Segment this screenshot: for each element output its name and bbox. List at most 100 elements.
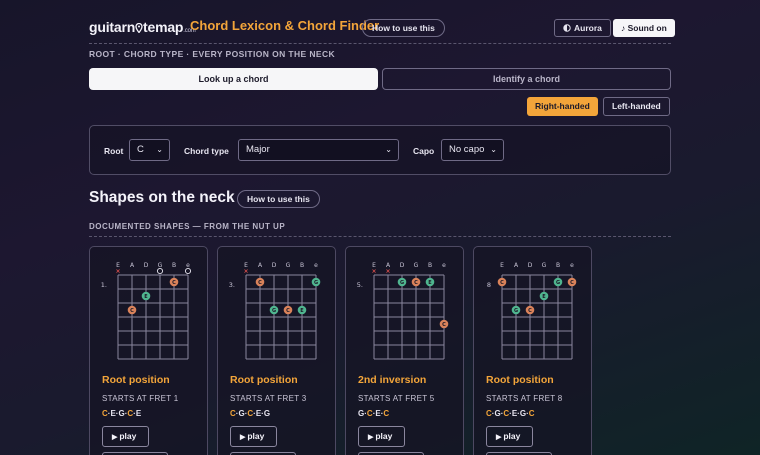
string-label: E [500,262,504,269]
shapes-heading: Shapes on the neck [89,189,235,206]
capo-label: Capo [413,146,435,156]
string-label: B [428,262,432,269]
string-label: D [272,262,277,269]
root-label: Root [104,146,124,156]
page-title: Chord Lexicon & Chord Finder [190,18,380,33]
chord-card: E A D G Be 8 C G C E G C Root position STARTS AT FRET… [473,246,592,455]
chord-type-label: Chord type [184,146,229,156]
finger-note-label: C [528,308,532,314]
open-string-icon [184,267,192,275]
muted-string-icon: × [371,268,376,275]
finger-note-label: G [314,280,318,286]
fret-number: 5. [357,281,363,289]
chord-diagram: E A D G Be3.×CG C EG [229,262,321,360]
theme-toggle-button[interactable]: Aurora [554,19,611,37]
string-label: A [514,262,519,269]
play-label: play [375,431,393,441]
play-button[interactable]: ▶ play [486,426,533,447]
chord-notes: C·E·G·C·E [102,409,141,418]
tab-identify-chord[interactable]: Identify a chord [382,68,671,90]
string-label: e [186,262,190,269]
shape-name: Root position [230,374,298,386]
left-handed-button[interactable]: Left-handed [603,97,670,116]
chord-diagram: E A D G Be1.×CEC [101,262,192,360]
start-fret-text: STARTS AT FRET 3 [230,394,307,403]
start-fret-text: STARTS AT FRET 1 [102,394,179,403]
chord-note: C [528,409,535,418]
string-label: D [528,262,533,269]
chord-diagram: E A D G Be5.× ×G C EC [357,262,449,360]
page-subtitle: ROOT · CHORD TYPE · EVERY POSITION ON TH… [89,49,336,59]
finger-note-label: C [414,280,418,286]
string-label: B [300,262,304,269]
finger-note-label: E [300,308,304,314]
site-logo[interactable]: guitarn temap.com [89,19,196,35]
chord-notes: C·G·C·E·G·C [486,409,535,418]
right-handed-button[interactable]: Right-handed [527,97,598,116]
finger-note-label: C [442,322,446,328]
finger-note-label: G [514,308,518,314]
shapes-how-to-use-button[interactable]: How to use this [237,190,320,208]
string-label: G [542,262,547,269]
finger-note-label: C [130,308,134,314]
chevron-down-icon: ⌄ [385,145,392,154]
finger-note-label: C [500,280,504,286]
play-button[interactable]: ▶ play [102,426,149,447]
play-button[interactable]: ▶ play [230,426,277,447]
string-label: A [130,262,135,269]
music-note-icon: ♪ [621,23,626,33]
string-label: G [158,262,163,269]
chord-notes: G·C·E·C [358,409,389,418]
chord-note: G [263,409,271,418]
chord-notes: C·G·C·E·G [230,409,270,418]
string-label: e [314,262,318,269]
muted-string-icon: × [115,268,120,275]
half-moon-icon [563,24,571,32]
finger-note-label: C [570,280,574,286]
finger-note-label: G [400,280,404,286]
root-select[interactable]: C ⌄ [129,139,170,161]
string-label: B [172,262,176,269]
fret-number: 3. [229,281,235,289]
string-label: B [556,262,560,269]
chevron-down-icon: ⌄ [156,145,163,154]
finger-note-label: G [556,280,560,286]
chevron-down-icon: ⌄ [490,145,497,154]
finger-note-label: E [542,294,546,300]
shape-name: Root position [486,374,554,386]
finger-note-label: C [172,280,176,286]
chord-card: E A D G Be 5. × × G C E C 2nd inversion STARTS AT FRE… [345,246,464,455]
tab-look-up-chord[interactable]: Look up a chord [89,68,378,90]
play-label: play [503,431,521,441]
section-divider [89,236,671,237]
finger-note-label: G [272,308,276,314]
finger-note-label: E [428,280,432,286]
string-label: D [144,262,149,269]
chord-type-select[interactable]: Major ⌄ [238,139,399,161]
string-label: A [258,262,263,269]
chord-note: C [383,409,390,418]
shape-name: 2nd inversion [358,374,427,386]
chord-card: E A D G Be 1. × C E C Root position STARTS AT FRET … [89,246,208,455]
header: guitarn temap.com Chord Lexicon & Chord F… [89,17,675,39]
fret-number: 1. [101,281,107,289]
string-label: G [286,262,291,269]
finger-note-label: C [258,280,262,286]
muted-string-icon: × [243,268,248,275]
chord-diagram: E A D G Be 8 C G C E G C [487,262,577,360]
string-label: G [414,262,419,269]
string-label: D [400,262,405,269]
muted-string-icon: × [385,268,390,275]
open-string-icon [156,267,164,275]
how-to-use-button[interactable]: How to use this [362,19,445,37]
play-button[interactable]: ▶ play [358,426,405,447]
chord-controls-panel: Root C ⌄ Chord type Major ⌄ Capo No capo ⌄ [89,125,671,175]
shape-name: Root position [102,374,170,386]
chord-note: E [135,409,142,418]
sound-toggle-button[interactable]: ♪ Sound on [613,19,675,37]
capo-select[interactable]: No capo ⌄ [441,139,504,161]
string-label: e [570,262,574,269]
string-label: e [442,262,446,269]
section-label: DOCUMENTED SHAPES — FROM THE NUT UP [89,222,286,231]
finger-note-label: E [144,294,148,300]
